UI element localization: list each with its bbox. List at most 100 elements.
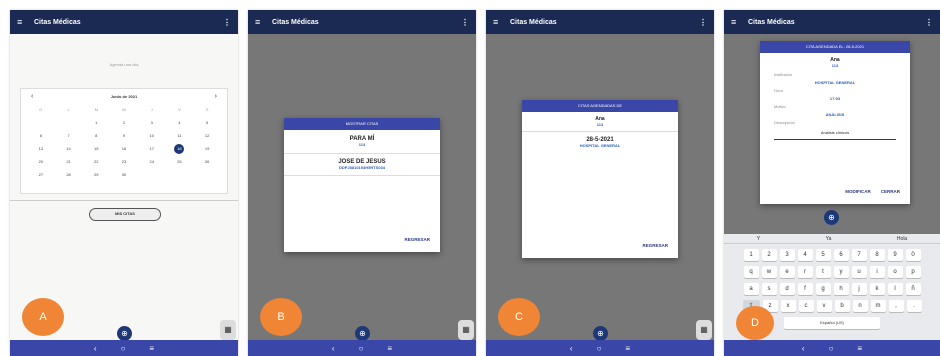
suggestion[interactable]: Y [757, 234, 760, 243]
add-appointment-button[interactable]: ⊕ [117, 326, 132, 341]
key[interactable]: y [833, 266, 849, 278]
suggestion[interactable]: Hola [897, 234, 907, 243]
more-icon[interactable]: ⋮ [223, 18, 231, 27]
modify-button[interactable]: MODIFICAR [845, 189, 871, 194]
menu-icon[interactable]: ≡ [731, 17, 743, 27]
calendar-day[interactable]: 8 [82, 131, 110, 141]
calendar-day[interactable]: 28 [55, 170, 83, 180]
entry-self[interactable]: PARA MÍ 113 [284, 130, 440, 154]
appointment-item[interactable]: 28-5-2021 HOSPITAL GENERAL [522, 132, 678, 153]
calendar-day[interactable]: 16 [110, 144, 138, 154]
qr-icon[interactable]: ▦ [458, 320, 474, 340]
key[interactable]: b [834, 300, 850, 312]
key[interactable]: u [851, 266, 867, 278]
back-button[interactable]: REGRESAR [642, 243, 668, 248]
back-icon[interactable]: ‹ [94, 344, 97, 353]
key[interactable]: q [743, 266, 759, 278]
key[interactable]: 1 [743, 249, 759, 261]
key[interactable]: i [869, 266, 885, 278]
space-key[interactable]: Español (US) [784, 317, 880, 329]
key[interactable]: 5 [815, 249, 831, 261]
calendar-day[interactable]: 29 [82, 170, 110, 180]
key[interactable]: 3 [779, 249, 795, 261]
menu-icon[interactable]: ≡ [17, 17, 29, 27]
calendar-day[interactable]: 11 [166, 131, 194, 141]
add-appointment-button[interactable]: ⊕ [824, 210, 839, 225]
recent-apps-icon[interactable]: ≡ [149, 344, 154, 353]
recent-apps-icon[interactable]: ≡ [857, 344, 862, 353]
close-button[interactable]: CERRAR [881, 189, 900, 194]
calendar-day[interactable]: 5 [193, 118, 221, 128]
key[interactable]: f [797, 283, 813, 295]
calendar-day[interactable]: 24 [138, 157, 166, 167]
menu-icon[interactable]: ≡ [255, 17, 267, 27]
key[interactable]: 8 [869, 249, 885, 261]
key[interactable]: 9 [887, 249, 903, 261]
back-icon[interactable]: ‹ [332, 344, 335, 353]
calendar-day[interactable]: 14 [55, 144, 83, 154]
calendar-day[interactable]: 22 [82, 157, 110, 167]
key[interactable]: t [815, 266, 831, 278]
key[interactable]: e [779, 266, 795, 278]
key[interactable]: d [779, 283, 795, 295]
qr-icon[interactable]: ▦ [220, 320, 236, 340]
recent-apps-icon[interactable]: ≡ [625, 344, 630, 353]
home-icon[interactable]: ○ [829, 344, 834, 353]
key[interactable]: ñ [905, 283, 921, 295]
prev-month-icon[interactable]: ‹ [31, 93, 33, 100]
calendar-day[interactable]: 10 [138, 131, 166, 141]
key[interactable]: l [887, 283, 903, 295]
home-icon[interactable]: ○ [359, 344, 364, 353]
calendar-day[interactable]: 3 [138, 118, 166, 128]
calendar-day[interactable]: 2 [110, 118, 138, 128]
key[interactable]: . [906, 300, 922, 312]
mis-citas-button[interactable]: MIS CITAS [89, 208, 161, 221]
calendar-day[interactable]: 25 [166, 157, 194, 167]
menu-icon[interactable]: ≡ [493, 17, 505, 27]
calendar-day[interactable]: 7 [55, 131, 83, 141]
calendar-day[interactable]: 30 [110, 170, 138, 180]
more-icon[interactable]: ⋮ [699, 18, 707, 27]
calendar-day[interactable]: 26 [193, 157, 221, 167]
suggestion[interactable]: Ya [826, 234, 832, 243]
calendar-day[interactable]: 18 [174, 144, 185, 154]
calendar-day[interactable]: 13 [27, 144, 55, 154]
calendar-day[interactable]: 1 [82, 118, 110, 128]
calendar-day[interactable]: 15 [82, 144, 110, 154]
add-appointment-button[interactable]: ⊕ [355, 326, 370, 341]
back-icon[interactable]: ‹ [802, 344, 805, 353]
entry-other[interactable]: JOSE DE JESUS DDPJ8810193H5RTS034 [284, 154, 440, 176]
calendar-day[interactable]: 6 [27, 131, 55, 141]
recent-apps-icon[interactable]: ≡ [387, 344, 392, 353]
calendar-day[interactable]: 21 [55, 157, 83, 167]
key[interactable]: s [761, 283, 777, 295]
back-button[interactable]: REGRESAR [404, 237, 430, 242]
key[interactable]: 4 [797, 249, 813, 261]
key[interactable]: g [815, 283, 831, 295]
calendar-day[interactable]: 19 [193, 144, 221, 154]
add-appointment-button[interactable]: ⊕ [593, 326, 608, 341]
calendar-day[interactable]: 12 [193, 131, 221, 141]
more-icon[interactable]: ⋮ [925, 18, 933, 27]
calendar-day[interactable]: 4 [166, 118, 194, 128]
key[interactable]: h [833, 283, 849, 295]
calendar-day[interactable]: 23 [110, 157, 138, 167]
key[interactable]: 7 [851, 249, 867, 261]
key[interactable]: 6 [833, 249, 849, 261]
calendar-day[interactable]: 27 [27, 170, 55, 180]
key[interactable]: 0 [905, 249, 921, 261]
key[interactable]: n [852, 300, 868, 312]
next-month-icon[interactable]: › [215, 93, 217, 100]
key[interactable]: m [870, 300, 886, 312]
more-icon[interactable]: ⋮ [461, 18, 469, 27]
key[interactable]: c [798, 300, 814, 312]
key[interactable]: p [905, 266, 921, 278]
calendar-day[interactable]: 17 [138, 144, 166, 154]
key[interactable]: x [780, 300, 796, 312]
key[interactable]: o [887, 266, 903, 278]
key[interactable]: v [816, 300, 832, 312]
home-icon[interactable]: ○ [121, 344, 126, 353]
key[interactable]: a [743, 283, 759, 295]
key[interactable]: j [851, 283, 867, 295]
calendar-day[interactable]: 20 [27, 157, 55, 167]
